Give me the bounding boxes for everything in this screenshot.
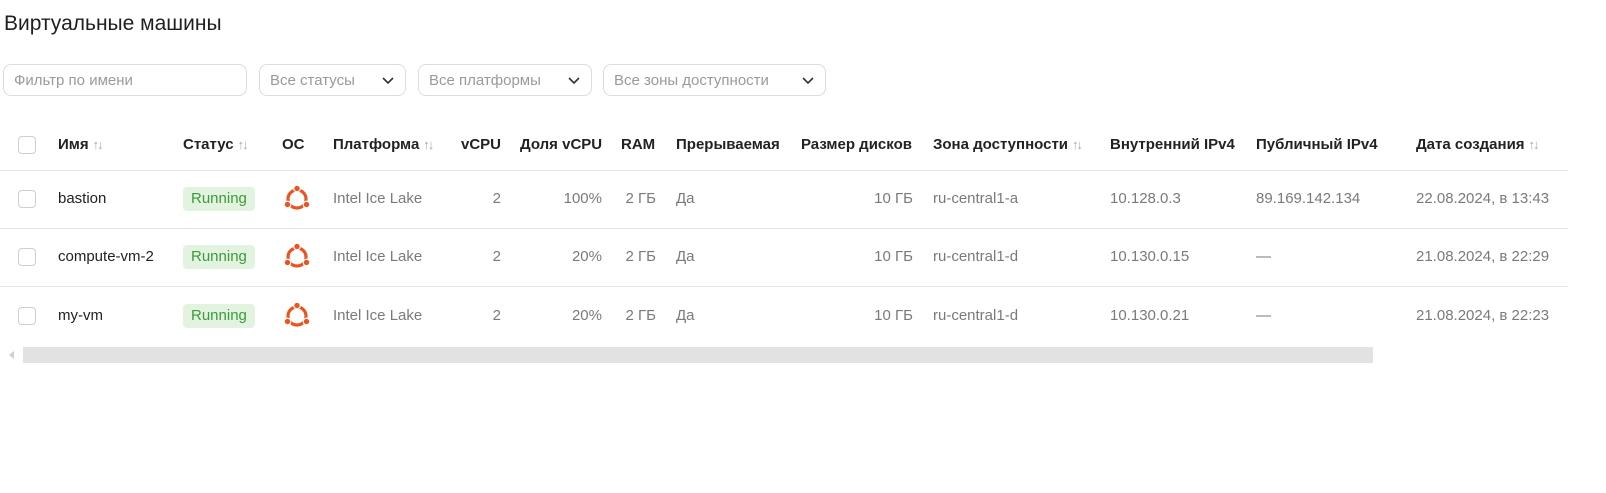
name-filter-placeholder: Фильтр по имени (14, 71, 133, 89)
row-checkbox[interactable] (18, 190, 36, 208)
vcpu-share-cell: 100% (563, 190, 602, 207)
internal-ip-cell: 10.130.0.21 (1110, 307, 1190, 324)
zone-cell: ru-central1-a (933, 190, 1019, 207)
column-header-preemptible: Прерываемая (676, 136, 780, 153)
column-header-status-label: Статус (183, 136, 234, 153)
disk-size-cell: 10 ГБ (874, 190, 913, 207)
preemptible-cell: Да (676, 248, 695, 265)
sort-icon[interactable]: ↑↓ (1072, 137, 1083, 152)
ram-cell: 2 ГБ (625, 248, 656, 265)
column-header-vcpu-share: Доля vCPU (520, 136, 603, 153)
scroll-left-arrow[interactable] (9, 351, 14, 359)
vm-name[interactable]: bastion (58, 190, 106, 207)
row-checkbox[interactable] (18, 307, 36, 325)
internal-ip-cell: 10.130.0.15 (1110, 248, 1190, 265)
column-header-platform[interactable]: Платформа ↑↓ (333, 136, 434, 153)
internal-ip-cell: 10.128.0.3 (1110, 190, 1181, 207)
status-badge: Running (183, 304, 255, 328)
platform-filter-select[interactable]: Все платформы (418, 64, 592, 96)
status-filter-select[interactable]: Все статусы (259, 64, 406, 96)
status-badge: Running (183, 187, 255, 211)
created-cell: 21.08.2024, в 22:23 (1416, 307, 1550, 324)
platform-cell: Intel Ice Lake (333, 190, 423, 207)
public-ip-cell: — (1256, 307, 1271, 324)
zone-cell: ru-central1-d (933, 248, 1019, 265)
horizontal-scrollbar[interactable] (23, 347, 1373, 363)
ubuntu-icon (283, 184, 311, 210)
preemptible-cell: Да (676, 190, 695, 207)
platform-filter-value: Все платформы (429, 71, 541, 89)
column-header-name[interactable]: Имя ↑↓ (58, 136, 104, 153)
ubuntu-icon (283, 242, 311, 268)
sort-icon[interactable]: ↑↓ (1529, 137, 1540, 152)
zone-filter-value: Все зоны доступности (614, 71, 769, 89)
column-header-os: ОС (282, 136, 305, 153)
chevron-down-icon (801, 73, 815, 87)
sort-icon[interactable]: ↑↓ (423, 137, 434, 152)
sort-icon[interactable]: ↑↓ (238, 137, 249, 152)
zone-filter-select[interactable]: Все зоны доступности (603, 64, 826, 96)
row-divider (0, 286, 1568, 287)
name-filter-input[interactable]: Фильтр по имени (3, 64, 247, 96)
column-header-disk-size: Размер дисков (801, 136, 912, 153)
column-header-status[interactable]: Статус ↑↓ (183, 136, 249, 153)
platform-cell: Intel Ice Lake (333, 248, 423, 265)
column-header-public-ip: Публичный IPv4 (1256, 136, 1378, 153)
column-header-platform-label: Платформа (333, 136, 420, 153)
platform-cell: Intel Ice Lake (333, 307, 423, 324)
vm-name[interactable]: my-vm (58, 307, 103, 324)
sort-icon[interactable]: ↑↓ (93, 137, 104, 152)
row-checkbox[interactable] (18, 248, 36, 266)
vcpu-cell: 2 (492, 190, 501, 207)
vm-name[interactable]: compute-vm-2 (58, 248, 154, 265)
column-header-zone-label: Зона доступности (933, 136, 1069, 153)
vcpu-cell: 2 (492, 248, 501, 265)
column-header-created-label: Дата создания (1416, 136, 1525, 153)
status-badge: Running (183, 245, 255, 269)
preemptible-cell: Да (676, 307, 695, 324)
disk-size-cell: 10 ГБ (874, 307, 913, 324)
public-ip-cell: — (1256, 248, 1271, 265)
header-divider (0, 170, 1568, 171)
select-all-checkbox[interactable] (18, 136, 36, 154)
ubuntu-icon (283, 301, 311, 327)
column-header-ram: RAM (621, 136, 656, 153)
ram-cell: 2 ГБ (625, 190, 656, 207)
column-header-internal-ip: Внутренний IPv4 (1110, 136, 1235, 153)
vcpu-cell: 2 (492, 307, 501, 324)
column-header-name-label: Имя (58, 136, 89, 153)
disk-size-cell: 10 ГБ (874, 248, 913, 265)
column-header-vcpu: vCPU (461, 136, 502, 153)
row-divider (0, 228, 1568, 229)
vcpu-share-cell: 20% (571, 248, 602, 265)
ram-cell: 2 ГБ (625, 307, 656, 324)
column-header-zone[interactable]: Зона доступности ↑↓ (933, 136, 1083, 153)
vcpu-share-cell: 20% (571, 307, 602, 324)
chevron-down-icon (567, 73, 581, 87)
public-ip-cell: 89.169.142.134 (1256, 190, 1361, 207)
column-header-created[interactable]: Дата создания ↑↓ (1416, 136, 1540, 153)
created-cell: 22.08.2024, в 13:43 (1416, 190, 1550, 207)
created-cell: 21.08.2024, в 22:29 (1416, 248, 1550, 265)
zone-cell: ru-central1-d (933, 307, 1019, 324)
chevron-down-icon (381, 73, 395, 87)
status-filter-value: Все статусы (270, 71, 355, 89)
page-title: Виртуальные машины (4, 12, 222, 35)
